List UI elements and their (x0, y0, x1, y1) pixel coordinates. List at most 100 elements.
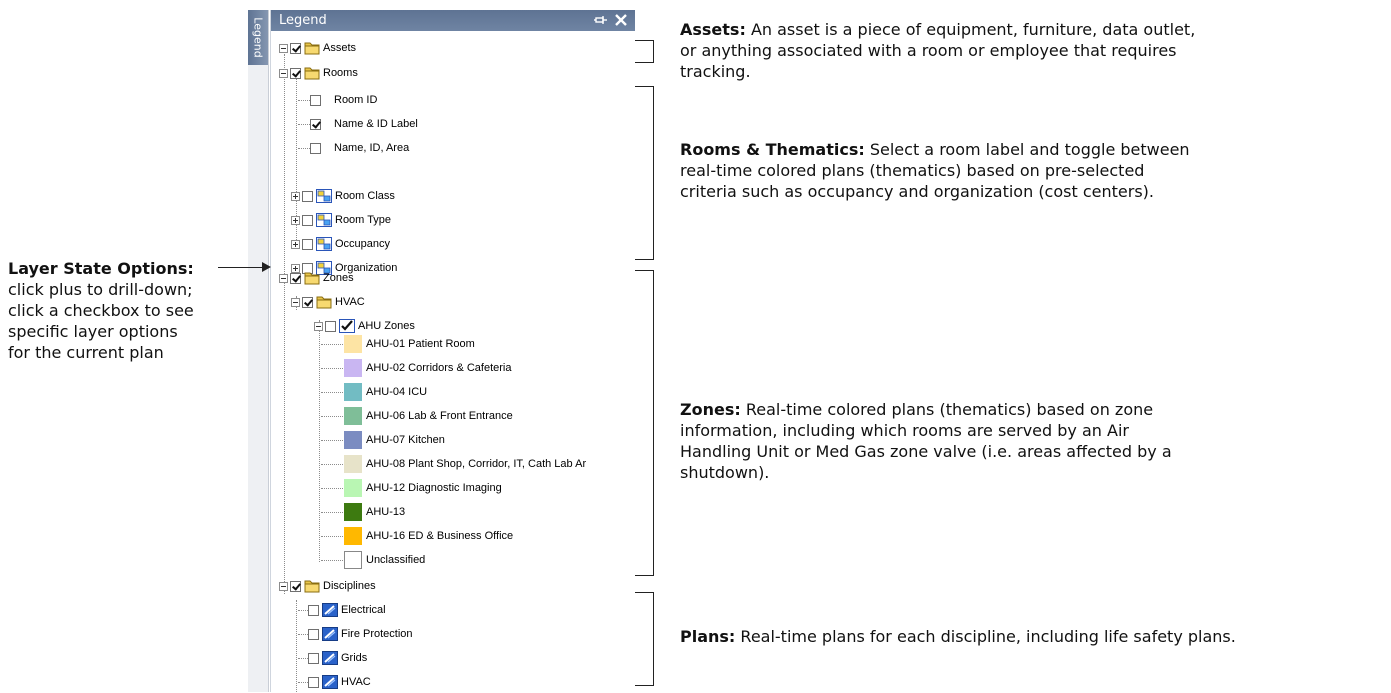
expand-icon[interactable] (291, 215, 300, 225)
annotation-line: click plus to drill-down; (8, 280, 193, 299)
tree-branch (321, 344, 343, 345)
tree-label: Grids (341, 652, 368, 664)
annotation-line: real-time colored plans (thematics) base… (680, 161, 1145, 180)
annotation-line: for the current plan (8, 343, 164, 362)
color-swatch (344, 455, 362, 473)
tree-node-hvac-discipline[interactable]: HVAC (308, 671, 371, 693)
bracket-zones (635, 270, 654, 576)
legend-entry: AHU-01 Patient Room (344, 333, 475, 355)
tree-label: HVAC (341, 676, 371, 688)
tree-node-disciplines[interactable]: Disciplines (279, 575, 376, 597)
tree-branch (321, 488, 343, 489)
annotation-title: Layer State Options: (8, 259, 194, 278)
room-class-checkbox[interactable] (302, 190, 313, 202)
disciplines-checkbox[interactable] (290, 580, 301, 592)
thematic-icon (316, 237, 332, 251)
tree-branch (321, 464, 343, 465)
ahu-zones-checkbox[interactable] (325, 320, 336, 332)
expand-icon[interactable] (291, 191, 300, 201)
legend-panel-header: Legend (271, 10, 635, 31)
color-swatch (344, 431, 362, 449)
electrical-checkbox[interactable] (308, 604, 319, 616)
hvac-zone-checkbox[interactable] (302, 296, 313, 308)
annotation-line: tracking. (680, 62, 751, 81)
annotation-title: Rooms & Thematics: (680, 140, 865, 159)
fire-protection-checkbox[interactable] (308, 628, 319, 640)
tree-node-occupancy[interactable]: Occupancy (291, 233, 390, 255)
room-type-checkbox[interactable] (302, 214, 313, 226)
tree-node-room-type[interactable]: Room Type (291, 209, 391, 231)
name-id-area-checkbox[interactable] (310, 142, 321, 154)
tree-label: AHU-06 Lab & Front Entrance (366, 410, 513, 422)
tree-label: AHU-02 Corridors & Cafeteria (366, 362, 512, 374)
tree-label: AHU-13 (366, 506, 406, 518)
pin-icon[interactable] (593, 12, 609, 28)
annotation-line: An asset is a piece of equipment, furnit… (745, 20, 1196, 39)
tree-branch (321, 512, 343, 513)
annotation-line: Select a room label and toggle between (864, 140, 1190, 159)
tree-branch (298, 610, 308, 611)
bracket-rooms (635, 86, 654, 260)
tree-node-name-id-label[interactable]: Name & ID Label (310, 113, 418, 135)
annotation-line: information, including which rooms are s… (680, 421, 1129, 440)
legend-entry: AHU-12 Diagnostic Imaging (344, 477, 502, 499)
tree-node-grids[interactable]: Grids (308, 647, 367, 669)
tree-node-rooms[interactable]: Rooms (279, 62, 358, 84)
tree-label: AHU-07 Kitchen (366, 434, 445, 446)
tree-branch (321, 416, 343, 417)
annotation-arrow-line (218, 267, 266, 268)
tree-node-hvac-zone[interactable]: HVAC (291, 291, 365, 313)
tree-branch (298, 100, 310, 101)
tree-label: Rooms (323, 67, 358, 79)
room-id-checkbox[interactable] (310, 94, 321, 106)
collapse-icon[interactable] (279, 43, 288, 53)
expand-icon[interactable] (291, 239, 300, 249)
tree-node-room-class[interactable]: Room Class (291, 185, 395, 207)
tree-node-name-id-area[interactable]: Name, ID, Area (310, 137, 409, 159)
folder-icon (304, 272, 320, 285)
collapse-icon[interactable] (291, 297, 300, 307)
color-swatch (344, 503, 362, 521)
rooms-checkbox[interactable] (290, 67, 301, 79)
assets-checkbox[interactable] (290, 42, 301, 54)
folder-icon (304, 67, 320, 80)
tree-label: Electrical (341, 604, 386, 616)
collapse-icon[interactable] (279, 581, 288, 591)
tree-node-room-id[interactable]: Room ID (310, 89, 377, 111)
annotation-arrow-head (262, 262, 271, 272)
collapse-icon[interactable] (279, 68, 288, 78)
tree-label: Room ID (334, 94, 378, 106)
zones-annotation: Zones: Real-time colored plans (thematic… (680, 399, 1380, 483)
tree-node-zones[interactable]: Zones (279, 267, 354, 289)
plan-icon (322, 651, 338, 665)
legend-side-tab-strip: Legend (248, 10, 269, 692)
tree-branch (321, 560, 343, 561)
tree-label: AHU-08 Plant Shop, Corridor, IT, Cath La… (366, 458, 587, 470)
grids-checkbox[interactable] (308, 652, 319, 664)
tree-label: Occupancy (335, 238, 391, 250)
plan-icon (322, 675, 338, 689)
zones-checkbox[interactable] (290, 272, 301, 284)
tree-line-ahu (319, 320, 320, 562)
tree-node-fire-protection[interactable]: Fire Protection (308, 623, 413, 645)
tree-label: Fire Protection (341, 628, 413, 640)
occupancy-checkbox[interactable] (302, 238, 313, 250)
tree-label: Name, ID, Area (334, 142, 410, 154)
annotation-title: Zones: (680, 400, 741, 419)
tree-node-electrical[interactable]: Electrical (308, 599, 386, 621)
rooms-annotation: Rooms & Thematics: Select a room label a… (680, 139, 1380, 202)
tree-label: Unclassified (366, 554, 426, 566)
tree-label: AHU-16 ED & Business Office (366, 530, 514, 542)
plan-icon (322, 603, 338, 617)
color-swatch (344, 527, 362, 545)
collapse-icon[interactable] (314, 321, 323, 331)
name-id-label-checkbox[interactable] (310, 118, 321, 130)
panel-title: Legend (279, 13, 327, 28)
legend-side-tab[interactable]: Legend (248, 10, 268, 65)
color-swatch (344, 479, 362, 497)
annotation-line: Real-time plans for each discipline, inc… (735, 627, 1236, 646)
close-icon[interactable] (613, 12, 629, 28)
collapse-icon[interactable] (279, 273, 288, 283)
tree-node-assets[interactable]: Assets (279, 37, 356, 59)
hvac-discipline-checkbox[interactable] (308, 676, 319, 688)
